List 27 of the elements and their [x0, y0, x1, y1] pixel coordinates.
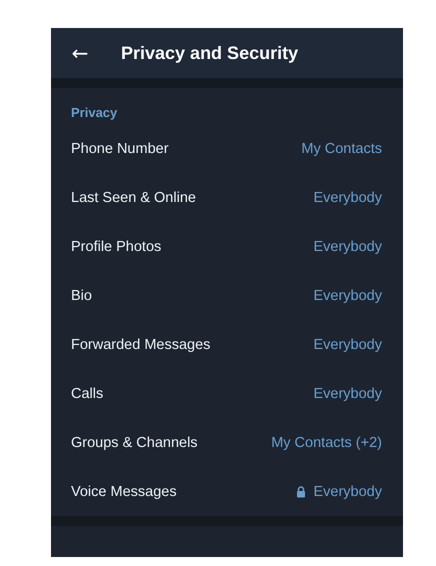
setting-label: Phone Number — [71, 140, 169, 156]
setting-label: Profile Photos — [71, 238, 162, 254]
setting-value: Everybody — [313, 238, 382, 254]
setting-label: Bio — [71, 288, 92, 304]
settings-row[interactable]: Profile Photos Everybody — [51, 222, 403, 271]
setting-label: Groups & Channels — [71, 434, 198, 450]
settings-row[interactable]: Forwarded Messages Everybody — [51, 320, 403, 369]
settings-row[interactable]: Phone Number My Contacts — [51, 124, 403, 173]
setting-label: Voice Messages — [71, 484, 177, 500]
setting-value: My Contacts — [301, 140, 382, 156]
setting-label: Last Seen & Online — [71, 190, 196, 206]
setting-value: Everybody — [313, 288, 382, 304]
setting-value: My Contacts (+2) — [271, 434, 382, 450]
screen-title: Privacy and Security — [121, 42, 298, 64]
setting-value: Everybody — [313, 336, 382, 352]
settings-row[interactable]: Calls Everybody — [51, 369, 403, 418]
section-title: Privacy — [70, 105, 118, 120]
settings-row[interactable]: Groups & Channels My Contacts (+2) — [51, 418, 403, 467]
setting-label: Forwarded Messages — [71, 336, 210, 352]
setting-value: Everybody — [313, 484, 382, 500]
setting-label: Calls — [71, 386, 104, 402]
back-button[interactable]: ← — [69, 41, 91, 65]
settings-row[interactable]: Voice Messages Everybody — [51, 467, 403, 516]
setting-value: Everybody — [313, 386, 382, 402]
settings-row[interactable]: Last Seen & Online Everybody — [51, 173, 403, 222]
setting-value: Everybody — [313, 190, 382, 206]
settings-row[interactable]: Bio Everybody — [51, 271, 403, 320]
